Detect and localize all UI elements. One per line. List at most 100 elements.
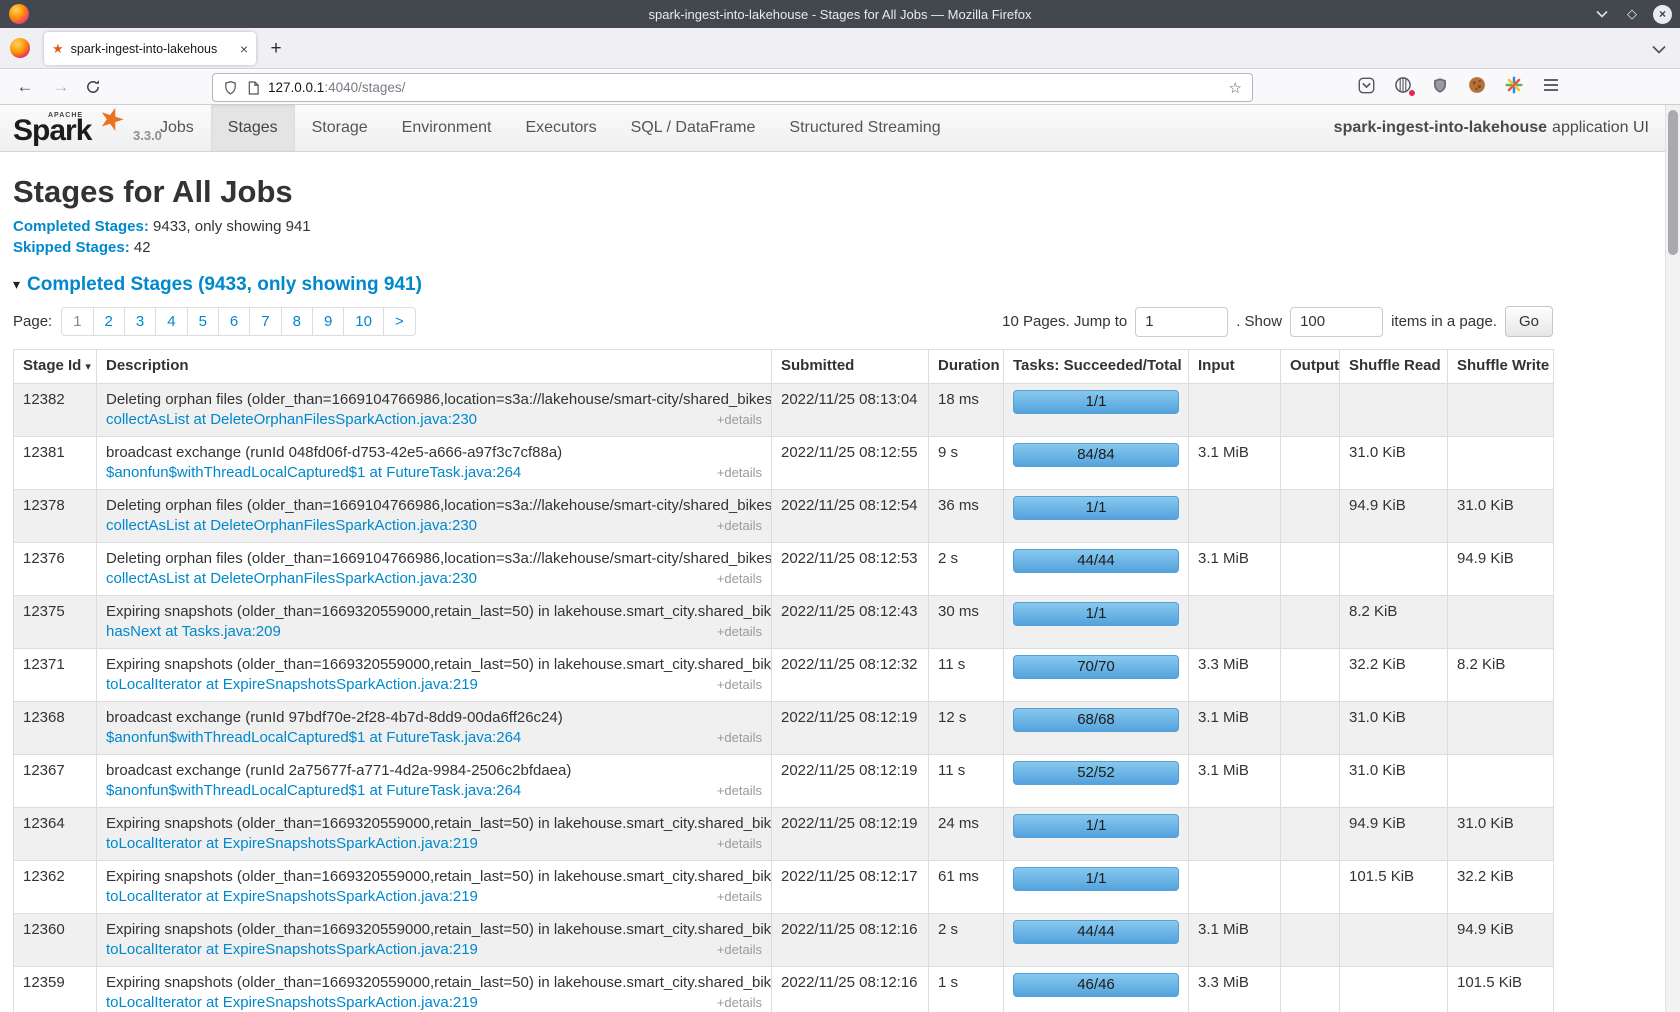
stage-description: Expiring snapshots (older_than=166932055…: [106, 973, 762, 993]
details-toggle[interactable]: +details: [717, 993, 762, 1012]
bookmark-star-icon[interactable]: ☆: [1229, 79, 1242, 97]
submitted-cell: 2022/11/25 08:12:43: [772, 596, 929, 649]
stage-callsite-link[interactable]: toLocalIterator at ExpireSnapshotsSparkA…: [106, 887, 478, 907]
stage-callsite-link[interactable]: hasNext at Tasks.java:209: [106, 622, 281, 642]
url-bar[interactable]: 127.0.0.1:4040/stages/ ☆: [212, 73, 1253, 102]
stage-table-row: 12375 Expiring snapshots (older_than=166…: [14, 596, 1554, 649]
stage-callsite-link[interactable]: collectAsList at DeleteOrphanFilesSparkA…: [106, 410, 477, 430]
nav-item-stages[interactable]: Stages: [211, 105, 295, 151]
stage-callsite-link[interactable]: toLocalIterator at ExpireSnapshotsSparkA…: [106, 675, 478, 695]
new-tab-button[interactable]: +: [262, 35, 290, 63]
firefox-icon[interactable]: [10, 38, 30, 58]
output-cell: [1281, 702, 1340, 755]
details-toggle[interactable]: +details: [717, 463, 762, 483]
submitted-cell: 2022/11/25 08:12:19: [772, 755, 929, 808]
tab-close-icon[interactable]: ×: [240, 41, 248, 57]
details-toggle[interactable]: +details: [717, 410, 762, 430]
duration-cell: 61 ms: [929, 861, 1004, 914]
window-maximize-button[interactable]: ◇: [1623, 5, 1641, 23]
stage-callsite-link[interactable]: toLocalIterator at ExpireSnapshotsSparkA…: [106, 940, 478, 960]
nav-item-storage[interactable]: Storage: [295, 105, 385, 151]
pocket-icon[interactable]: [1355, 74, 1377, 96]
window-close-button[interactable]: ×: [1653, 5, 1672, 24]
nav-item-structured-streaming[interactable]: Structured Streaming: [772, 105, 957, 151]
input-cell: 3.1 MiB: [1189, 543, 1281, 596]
stage-callsite-link[interactable]: toLocalIterator at ExpireSnapshotsSparkA…: [106, 834, 478, 854]
duration-cell: 1 s: [929, 967, 1004, 1012]
page-button-5[interactable]: 5: [187, 307, 219, 336]
completed-stages-section-toggle[interactable]: ▾Completed Stages (9433, only showing 94…: [13, 272, 1665, 297]
page-button-3[interactable]: 3: [124, 307, 156, 336]
navigation-toolbar: ← → 127.0.0.1:4040/stages/ ☆: [0, 70, 1680, 105]
shuffle-read-cell: 32.2 KiB: [1340, 649, 1448, 702]
page-button-6[interactable]: 6: [218, 307, 250, 336]
tabs-list-button[interactable]: [1652, 41, 1666, 59]
stage-callsite-link[interactable]: collectAsList at DeleteOrphanFilesSparkA…: [106, 516, 477, 536]
page-scrollbar[interactable]: [1665, 105, 1680, 1012]
stage-table-row: 12359 Expiring snapshots (older_than=166…: [14, 967, 1554, 1012]
page-button-7[interactable]: 7: [249, 307, 281, 336]
details-toggle[interactable]: +details: [717, 516, 762, 536]
page-button-8[interactable]: 8: [281, 307, 313, 336]
details-toggle[interactable]: +details: [717, 622, 762, 642]
stage-callsite-link[interactable]: toLocalIterator at ExpireSnapshotsSparkA…: [106, 993, 478, 1012]
column-header-description[interactable]: Description: [97, 350, 772, 384]
pages-summary: 10 Pages. Jump to: [1002, 313, 1127, 330]
back-button[interactable]: ←: [12, 74, 38, 100]
page-button-10[interactable]: 10: [343, 307, 384, 336]
skipped-stages-label: Skipped Stages:: [13, 239, 130, 256]
shuffle-write-cell: 31.0 KiB: [1448, 808, 1554, 861]
shield-permissions-icon[interactable]: [223, 80, 238, 96]
stage-callsite-link[interactable]: $anonfun$withThreadLocalCaptured$1 at Fu…: [106, 463, 521, 483]
details-toggle[interactable]: +details: [717, 940, 762, 960]
column-header-tasks-succeeded-total[interactable]: Tasks: Succeeded/Total: [1004, 350, 1189, 384]
cookie-icon[interactable]: [1466, 74, 1488, 96]
completed-stages-line: Completed Stages: 9433, only showing 941: [13, 216, 1665, 237]
column-header-input[interactable]: Input: [1189, 350, 1281, 384]
jump-to-page-input[interactable]: [1135, 307, 1228, 337]
column-header-duration[interactable]: Duration: [929, 350, 1004, 384]
stage-callsite-link[interactable]: $anonfun$withThreadLocalCaptured$1 at Fu…: [106, 781, 521, 801]
details-toggle[interactable]: +details: [717, 887, 762, 907]
next-page-button[interactable]: >: [383, 307, 416, 336]
window-minimize-button[interactable]: [1593, 5, 1611, 23]
stage-id-cell: 12382: [14, 384, 97, 437]
menu-hamburger-icon[interactable]: [1540, 74, 1562, 96]
account-container-icon[interactable]: [1392, 74, 1414, 96]
duration-cell: 24 ms: [929, 808, 1004, 861]
column-header-output[interactable]: Output: [1281, 350, 1340, 384]
description-cell: Deleting orphan files (older_than=166910…: [97, 384, 772, 437]
details-toggle[interactable]: +details: [717, 569, 762, 589]
page-button-1[interactable]: 1: [61, 307, 93, 336]
description-cell: Expiring snapshots (older_than=166932055…: [97, 649, 772, 702]
column-header-shuffle-write[interactable]: Shuffle Write: [1448, 350, 1554, 384]
items-per-page-input[interactable]: [1290, 307, 1383, 337]
page-button-2[interactable]: 2: [93, 307, 125, 336]
shuffle-read-cell: [1340, 914, 1448, 967]
output-cell: [1281, 596, 1340, 649]
details-toggle[interactable]: +details: [717, 675, 762, 695]
scrollbar-thumb[interactable]: [1668, 110, 1678, 255]
go-button[interactable]: Go: [1505, 306, 1553, 337]
nav-item-sql-dataframe[interactable]: SQL / DataFrame: [614, 105, 773, 151]
extension-asterisk-icon[interactable]: [1503, 74, 1525, 96]
stage-callsite-link[interactable]: $anonfun$withThreadLocalCaptured$1 at Fu…: [106, 728, 521, 748]
page-button-4[interactable]: 4: [155, 307, 187, 336]
page-info-icon[interactable]: [247, 80, 260, 96]
nav-item-executors[interactable]: Executors: [508, 105, 613, 151]
details-toggle[interactable]: +details: [717, 728, 762, 748]
details-toggle[interactable]: +details: [717, 834, 762, 854]
details-toggle[interactable]: +details: [717, 781, 762, 801]
column-header-shuffle-read[interactable]: Shuffle Read: [1340, 350, 1448, 384]
page-button-9[interactable]: 9: [312, 307, 344, 336]
duration-cell: 2 s: [929, 543, 1004, 596]
browser-tab[interactable]: ★ spark-ingest-into-lakehous ×: [44, 32, 256, 65]
column-header-submitted[interactable]: Submitted: [772, 350, 929, 384]
forward-button[interactable]: →: [48, 74, 74, 100]
stage-callsite-link[interactable]: collectAsList at DeleteOrphanFilesSparkA…: [106, 569, 477, 589]
column-header-stage-id[interactable]: Stage Id▾: [14, 350, 97, 384]
output-cell: [1281, 861, 1340, 914]
nav-item-environment[interactable]: Environment: [385, 105, 509, 151]
reload-button[interactable]: [80, 74, 106, 100]
ublock-shield-icon[interactable]: [1429, 74, 1451, 96]
